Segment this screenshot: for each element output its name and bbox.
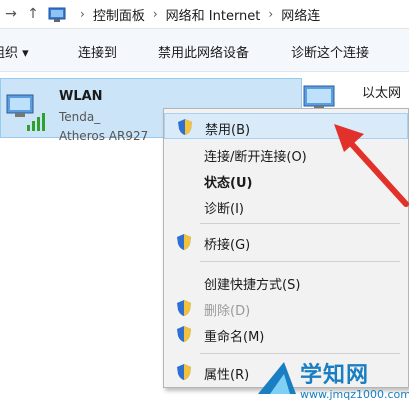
breadcrumb-separator: ›	[152, 7, 158, 21]
address-bar[interactable]: → ↑ › 控制面板 › 网络和 Internet › 网络连	[0, 0, 409, 29]
menu-item-label: 重命名(M)	[204, 330, 265, 345]
adapter-name: WLAN	[59, 89, 103, 104]
menu-separator	[200, 261, 400, 262]
menu-item-rename[interactable]: 重命名(M)	[164, 321, 408, 347]
menu-item-bridge[interactable]: 桥接(G)	[164, 229, 408, 255]
annotation-arrow-icon	[330, 118, 409, 208]
menu-item-label: 属性(R)	[204, 368, 250, 383]
menu-separator	[200, 223, 400, 224]
shield-icon	[176, 325, 192, 343]
adapter-hardware: Atheros AR927	[59, 129, 149, 143]
menu-item-label: 禁用(B)	[205, 123, 251, 138]
adapter-network: Tenda_	[59, 110, 101, 124]
up-arrow-icon[interactable]: ↑	[22, 3, 44, 25]
diagnose-button[interactable]: 诊断这个连接	[291, 42, 369, 61]
breadcrumb-separator: ›	[80, 7, 85, 21]
connect-to-button[interactable]: 连接到	[78, 42, 117, 61]
organize-button[interactable]: 组织 ▾	[0, 42, 29, 61]
breadcrumb-network-internet[interactable]: 网络和 Internet	[166, 5, 261, 24]
menu-item-delete[interactable]: 删除(D)	[164, 295, 408, 321]
menu-item-label: 状态(U)	[204, 176, 253, 191]
breadcrumb-control-panel[interactable]: 控制面板	[93, 5, 145, 24]
shield-icon	[177, 118, 193, 136]
menu-item-label: 桥接(G)	[204, 238, 251, 253]
menu-item-label: 创建快捷方式(S)	[204, 278, 301, 293]
shield-icon	[176, 233, 192, 251]
breadcrumb-separator: ›	[268, 7, 274, 21]
menu-item-label: 连接/断开连接(O)	[204, 150, 307, 165]
shield-icon	[176, 363, 192, 381]
watermark-title: 学知网	[300, 363, 370, 388]
breadcrumb-network-connections[interactable]: 网络连	[281, 5, 320, 24]
wireless-adapter-icon	[5, 93, 53, 133]
watermark-url: www.jmqz1000.com	[300, 388, 409, 401]
menu-item-create-shortcut[interactable]: 创建快捷方式(S)	[164, 269, 408, 295]
shield-icon	[176, 299, 192, 317]
menu-item-label: 诊断(I)	[204, 202, 244, 217]
command-bar: 组织 ▾ 连接到 禁用此网络设备 诊断这个连接	[0, 29, 409, 72]
ethernet-adapter-name[interactable]: 以太网	[362, 82, 401, 101]
menu-item-label: 删除(D)	[204, 304, 251, 319]
control-panel-icon	[48, 5, 66, 23]
disable-device-button[interactable]: 禁用此网络设备	[158, 42, 249, 61]
forward-arrow-icon[interactable]: →	[0, 3, 22, 25]
